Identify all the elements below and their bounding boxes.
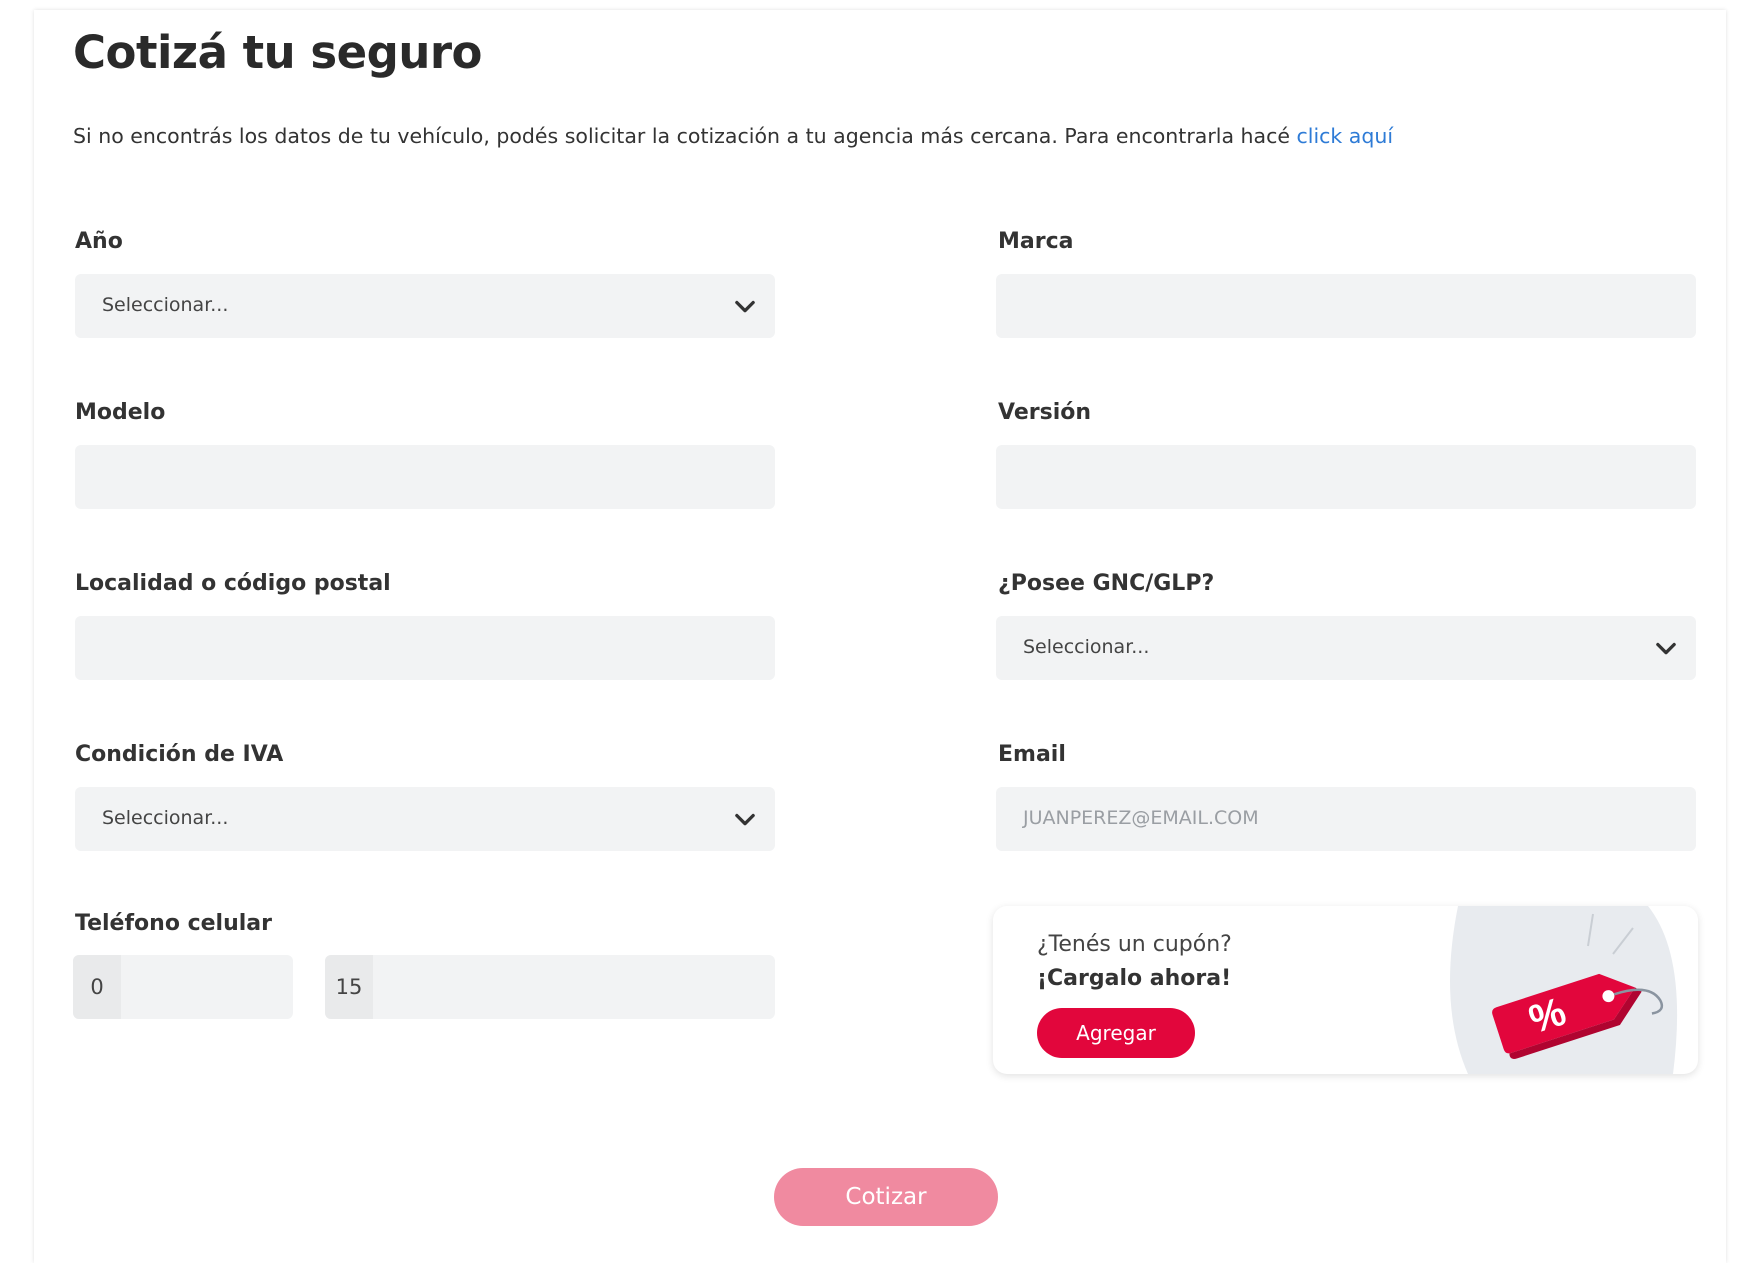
- chevron-down-icon: [1656, 642, 1676, 655]
- discount-tag-icon: %: [1450, 906, 1678, 1074]
- intro-text: Si no encontrás los datos de tu vehículo…: [73, 124, 1393, 148]
- phone-area-field[interactable]: 0: [73, 955, 293, 1019]
- brand-label: Marca: [998, 229, 1074, 254]
- coupon-cta: ¡Cargalo ahora!: [1037, 966, 1232, 991]
- phone-number-prefix: 15: [325, 955, 373, 1019]
- phone-number-field[interactable]: 15: [325, 955, 775, 1019]
- coupon-question: ¿Tenés un cupón?: [1037, 932, 1232, 957]
- email-field[interactable]: JUANPEREZ@EMAIL.COM: [996, 787, 1696, 851]
- version-label: Versión: [998, 400, 1092, 425]
- gnc-select-value: Seleccionar...: [1023, 636, 1150, 658]
- intro-text-body: Si no encontrás los datos de tu vehículo…: [73, 124, 1297, 148]
- brand-field[interactable]: [996, 274, 1696, 338]
- model-label: Modelo: [75, 400, 166, 425]
- iva-select-value: Seleccionar...: [102, 807, 229, 829]
- gnc-label: ¿Posee GNC/GLP?: [998, 571, 1215, 596]
- year-select[interactable]: Seleccionar...: [75, 274, 775, 338]
- year-label: Año: [75, 229, 123, 254]
- add-coupon-button[interactable]: Agregar: [1037, 1008, 1195, 1058]
- chevron-down-icon: [735, 813, 755, 826]
- year-select-value: Seleccionar...: [102, 294, 229, 316]
- phone-area-prefix: 0: [73, 955, 121, 1019]
- location-field[interactable]: [75, 616, 775, 680]
- coupon-banner: ¿Tenés un cupón? ¡Cargalo ahora! Agregar…: [993, 906, 1698, 1074]
- quote-submit-button[interactable]: Cotizar: [774, 1168, 998, 1226]
- chevron-down-icon: [735, 300, 755, 313]
- location-label: Localidad o código postal: [75, 571, 391, 596]
- email-placeholder: JUANPEREZ@EMAIL.COM: [1023, 807, 1259, 829]
- model-field[interactable]: [75, 445, 775, 509]
- agency-link[interactable]: click aquí: [1296, 124, 1393, 148]
- version-field[interactable]: [996, 445, 1696, 509]
- gnc-select[interactable]: Seleccionar...: [996, 616, 1696, 680]
- iva-select[interactable]: Seleccionar...: [75, 787, 775, 851]
- page-title: Cotizá tu seguro: [73, 26, 482, 79]
- email-label: Email: [998, 742, 1066, 767]
- iva-label: Condición de IVA: [75, 742, 284, 767]
- phone-label: Teléfono celular: [75, 911, 272, 936]
